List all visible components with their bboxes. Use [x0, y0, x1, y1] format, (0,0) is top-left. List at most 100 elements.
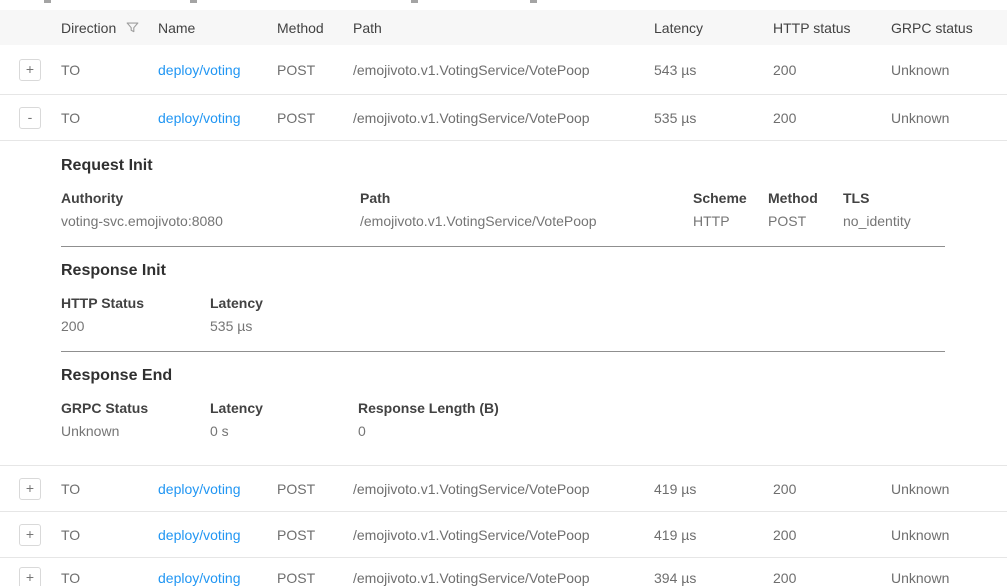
- field-value: Unknown: [61, 423, 210, 439]
- field-value: 200: [61, 318, 210, 334]
- direction-cell: TO: [61, 110, 158, 126]
- http-status-cell: 200: [773, 481, 891, 497]
- field-label: Latency: [210, 295, 945, 311]
- name-link[interactable]: deploy/voting: [158, 527, 241, 543]
- column-header-http-status: HTTP status: [773, 20, 891, 36]
- column-header-direction: Direction: [61, 20, 158, 36]
- column-header-method: Method: [277, 20, 353, 36]
- response-init-fields: HTTP Status 200 Latency 535 µs: [61, 295, 945, 334]
- path-cell: /emojivoto.v1.VotingService/VotePoop: [353, 110, 654, 126]
- grpc-status-cell: Unknown: [891, 527, 1007, 543]
- request-init-title: Request Init: [61, 157, 945, 175]
- latency-cell: 535 µs: [654, 110, 773, 126]
- method-cell: POST: [277, 570, 353, 586]
- field-method: Method POST: [768, 190, 843, 229]
- method-cell: POST: [277, 481, 353, 497]
- section-divider: [61, 246, 945, 247]
- clipped-text-fragment: [44, 0, 51, 3]
- http-status-cell: 200: [773, 62, 891, 78]
- field-label: GRPC Status: [61, 400, 210, 416]
- grpc-status-cell: Unknown: [891, 110, 1007, 126]
- field-http-status: HTTP Status 200: [61, 295, 210, 334]
- field-response-length: Response Length (B) 0: [358, 400, 945, 439]
- method-cell: POST: [277, 110, 353, 126]
- table-row: + TO deploy/voting POST /emojivoto.v1.Vo…: [0, 558, 1007, 586]
- latency-cell: 394 µs: [654, 570, 773, 586]
- table-row: + TO deploy/voting POST /emojivoto.v1.Vo…: [0, 45, 1007, 95]
- response-end-fields: GRPC Status Unknown Latency 0 s Response…: [61, 400, 945, 439]
- field-latency: Latency 0 s: [210, 400, 358, 439]
- request-init-fields: Authority voting-svc.emojivoto:8080 Path…: [61, 190, 945, 229]
- grpc-status-cell: Unknown: [891, 62, 1007, 78]
- path-cell: /emojivoto.v1.VotingService/VotePoop: [353, 62, 654, 78]
- column-header-label: Direction: [61, 20, 116, 36]
- expand-row-button[interactable]: +: [19, 567, 41, 586]
- field-authority: Authority voting-svc.emojivoto:8080: [61, 190, 360, 229]
- latency-cell: 543 µs: [654, 62, 773, 78]
- direction-cell: TO: [61, 481, 158, 497]
- direction-filter-icon[interactable]: [125, 20, 140, 35]
- method-cell: POST: [277, 527, 353, 543]
- field-label: TLS: [843, 190, 945, 206]
- name-link[interactable]: deploy/voting: [158, 62, 241, 78]
- path-cell: /emojivoto.v1.VotingService/VotePoop: [353, 481, 654, 497]
- path-cell: /emojivoto.v1.VotingService/VotePoop: [353, 570, 654, 586]
- field-label: Scheme: [693, 190, 768, 206]
- field-path: Path /emojivoto.v1.VotingService/VotePoo…: [360, 190, 693, 229]
- field-label: HTTP Status: [61, 295, 210, 311]
- expand-row-button[interactable]: +: [19, 59, 41, 81]
- method-cell: POST: [277, 62, 353, 78]
- collapse-row-button[interactable]: -: [19, 107, 41, 129]
- clipped-text-fragment: [530, 0, 537, 3]
- field-value: 0 s: [210, 423, 358, 439]
- name-link[interactable]: deploy/voting: [158, 481, 241, 497]
- response-end-title: Response End: [61, 367, 945, 385]
- name-link[interactable]: deploy/voting: [158, 570, 241, 586]
- field-label: Method: [768, 190, 843, 206]
- table-row-expanded: - TO deploy/voting POST /emojivoto.v1.Vo…: [0, 95, 1007, 141]
- grpc-status-cell: Unknown: [891, 481, 1007, 497]
- field-label: Path: [360, 190, 693, 206]
- table-row: + TO deploy/voting POST /emojivoto.v1.Vo…: [0, 466, 1007, 512]
- funnel-icon: [125, 20, 140, 35]
- field-tls: TLS no_identity: [843, 190, 945, 229]
- field-label: Latency: [210, 400, 358, 416]
- clipped-top-text: [0, 0, 1007, 10]
- expanded-row-detail: Request Init Authority voting-svc.emojiv…: [0, 141, 1007, 466]
- path-cell: /emojivoto.v1.VotingService/VotePoop: [353, 527, 654, 543]
- name-link[interactable]: deploy/voting: [158, 110, 241, 126]
- field-label: Response Length (B): [358, 400, 945, 416]
- field-value: no_identity: [843, 213, 945, 229]
- http-status-cell: 200: [773, 570, 891, 586]
- latency-cell: 419 µs: [654, 481, 773, 497]
- direction-cell: TO: [61, 527, 158, 543]
- field-latency: Latency 535 µs: [210, 295, 945, 334]
- expand-row-button[interactable]: +: [19, 478, 41, 500]
- section-divider: [61, 351, 945, 352]
- field-value: /emojivoto.v1.VotingService/VotePoop: [360, 213, 693, 229]
- column-header-latency: Latency: [654, 20, 773, 36]
- http-status-cell: 200: [773, 527, 891, 543]
- expand-row-button[interactable]: +: [19, 524, 41, 546]
- clipped-text-fragment: [190, 0, 197, 3]
- direction-cell: TO: [61, 62, 158, 78]
- tap-calls-screen: Direction Name Method Path Latency HTTP …: [0, 0, 1007, 586]
- table-row: + TO deploy/voting POST /emojivoto.v1.Vo…: [0, 512, 1007, 558]
- table-header-row: Direction Name Method Path Latency HTTP …: [0, 10, 1007, 45]
- direction-cell: TO: [61, 570, 158, 586]
- field-grpc-status: GRPC Status Unknown: [61, 400, 210, 439]
- column-header-grpc-status: GRPC status: [891, 20, 1007, 36]
- latency-cell: 419 µs: [654, 527, 773, 543]
- grpc-status-cell: Unknown: [891, 570, 1007, 586]
- http-status-cell: 200: [773, 110, 891, 126]
- field-value: POST: [768, 213, 843, 229]
- response-init-title: Response Init: [61, 262, 945, 280]
- field-value: 0: [358, 423, 945, 439]
- field-value: 535 µs: [210, 318, 945, 334]
- field-label: Authority: [61, 190, 360, 206]
- field-value: voting-svc.emojivoto:8080: [61, 213, 360, 229]
- field-scheme: Scheme HTTP: [693, 190, 768, 229]
- field-value: HTTP: [693, 213, 768, 229]
- clipped-text-fragment: [411, 0, 418, 3]
- column-header-path: Path: [353, 20, 654, 36]
